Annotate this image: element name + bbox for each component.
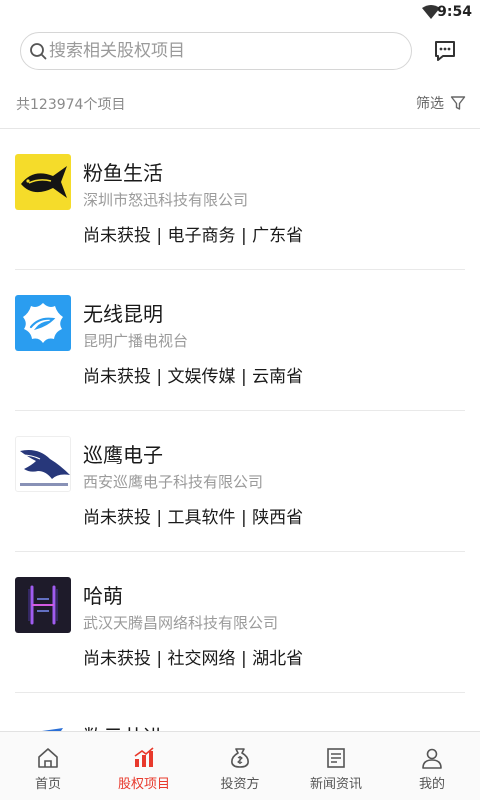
tab-mine[interactable]: 我的 (384, 732, 480, 800)
tab-label: 我的 (418, 777, 445, 792)
project-name: 无线昆明 (83, 302, 163, 326)
project-list: 粉鱼生活 深圳市怒迅科技有限公司 尚未获投 | 电子商务 | 广东省 无线昆明 … (0, 129, 480, 731)
project-tags: 尚未获投 | 社交网络 | 湖北省 (83, 649, 304, 669)
list-item[interactable]: 巡鹰电子 西安巡鹰电子科技有限公司 尚未获投 | 工具软件 | 陕西省 (0, 411, 480, 552)
filter-icon (450, 96, 466, 110)
tab-news[interactable]: 新闻资讯 (288, 732, 384, 800)
bar-chart-icon (134, 747, 154, 767)
fish-logo-icon (15, 154, 71, 210)
tab-investors[interactable]: 投资方 (192, 732, 288, 800)
news-icon (327, 748, 345, 768)
project-name: 数云共进 (83, 721, 163, 731)
project-company: 武汉天腾昌网络科技有限公司 (83, 614, 279, 632)
result-count: 共123974个项目 (16, 97, 126, 113)
eagle-logo-icon (15, 436, 71, 492)
list-item[interactable]: 粉鱼生活 深圳市怒迅科技有限公司 尚未获投 | 电子商务 | 广东省 (0, 129, 480, 270)
filter-button[interactable]: 筛选 (416, 92, 466, 114)
blue-logo-icon (15, 718, 71, 731)
tab-label: 新闻资讯 (309, 777, 362, 792)
project-company: 西安巡鹰电子科技有限公司 (83, 473, 264, 491)
project-tags: 尚未获投 | 电子商务 | 广东省 (83, 226, 304, 246)
tab-home[interactable]: 首页 (0, 732, 96, 800)
project-company: 昆明广播电视台 (83, 332, 189, 350)
search-box[interactable] (20, 32, 412, 70)
project-tags: 尚未获投 | 工具软件 | 陕西省 (83, 508, 304, 528)
list-item[interactable]: 哈萌 武汉天腾昌网络科技有限公司 尚未获投 | 社交网络 | 湖北省 (0, 552, 480, 693)
person-icon (422, 748, 442, 769)
list-item[interactable]: 数云共进 (0, 693, 480, 731)
project-company: 深圳市怒迅科技有限公司 (83, 191, 249, 209)
bottom-tab-bar: 首页 股权项目 投资方 新闻资讯 我的 (0, 731, 480, 800)
list-item[interactable]: 无线昆明 昆明广播电视台 尚未获投 | 文娱传媒 | 云南省 (0, 270, 480, 411)
search-icon (30, 43, 47, 60)
search-row (0, 28, 480, 76)
project-name: 巡鹰电子 (83, 443, 163, 467)
project-name: 哈萌 (83, 584, 123, 608)
status-bar: 9:54 (0, 0, 480, 24)
tab-label: 首页 (34, 777, 61, 792)
message-icon[interactable] (432, 38, 458, 64)
h-logo-icon (15, 577, 71, 633)
tab-label: 股权项目 (117, 777, 170, 792)
status-time: 9:54 (437, 4, 472, 20)
search-input[interactable] (49, 33, 399, 69)
filter-label: 筛选 (416, 96, 444, 112)
result-summary: 共123974个项目 筛选 (0, 84, 480, 124)
money-bag-icon (231, 748, 249, 768)
project-tags: 尚未获投 | 文娱传媒 | 云南省 (83, 367, 304, 387)
tab-label: 投资方 (220, 777, 260, 792)
tab-equity-projects[interactable]: 股权项目 (96, 732, 192, 800)
flower-logo-icon (15, 295, 71, 351)
project-name: 粉鱼生活 (83, 161, 163, 185)
home-icon (38, 748, 58, 768)
